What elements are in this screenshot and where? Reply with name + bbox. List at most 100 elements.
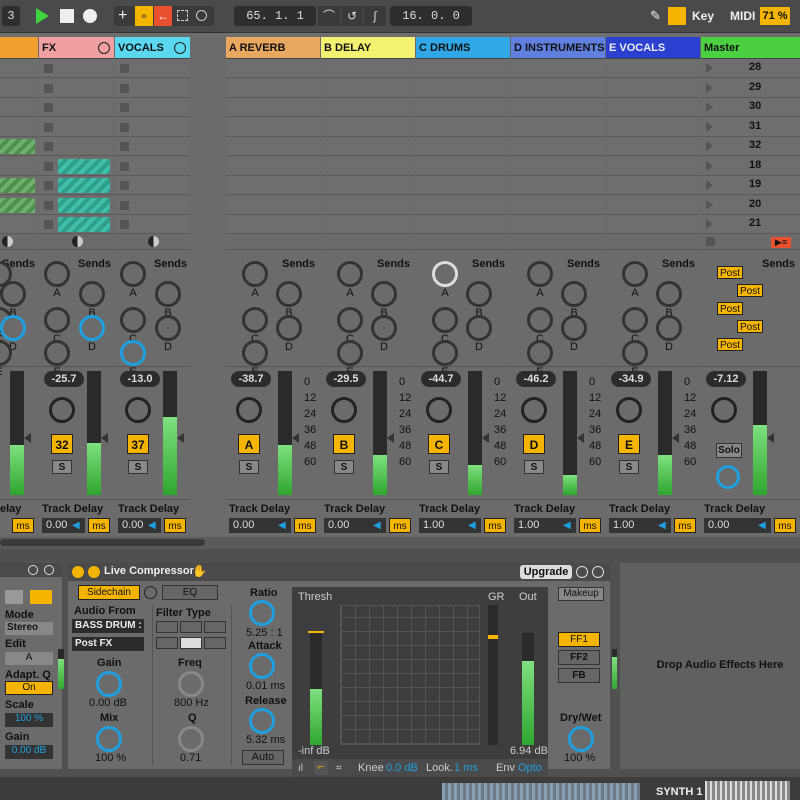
freq-knob[interactable] bbox=[178, 671, 204, 697]
delay-unit-toggle[interactable]: ms bbox=[389, 518, 411, 533]
stop-slot-icon[interactable] bbox=[120, 142, 129, 151]
volume-value[interactable]: -29.5 bbox=[326, 371, 366, 387]
clip-slot[interactable] bbox=[416, 137, 510, 156]
send-knob-b[interactable] bbox=[656, 281, 682, 307]
stop-slot-icon[interactable] bbox=[44, 161, 53, 171]
audio-clip[interactable] bbox=[58, 197, 110, 213]
stop-slot-icon[interactable] bbox=[44, 122, 53, 132]
audio-clip[interactable] bbox=[58, 178, 110, 193]
device-power-icon[interactable] bbox=[44, 565, 54, 575]
sidechain-listen-icon[interactable] bbox=[144, 586, 157, 599]
send-post-toggle[interactable]: Post bbox=[737, 320, 764, 333]
session-record-icon[interactable] bbox=[196, 10, 207, 21]
activity-view-icon[interactable]: ıl bbox=[298, 763, 303, 774]
track-activator-button[interactable]: 32 bbox=[51, 434, 73, 454]
send-knob-d[interactable] bbox=[276, 315, 302, 341]
send-knob-d[interactable] bbox=[155, 315, 181, 341]
fader-handle-icon[interactable] bbox=[101, 433, 108, 443]
arrangement-clip-overview[interactable] bbox=[442, 783, 640, 800]
send-knob-d[interactable] bbox=[0, 315, 26, 341]
clip-slot[interactable] bbox=[321, 137, 415, 156]
stop-slot-icon[interactable] bbox=[44, 220, 53, 229]
clip-slot[interactable] bbox=[321, 195, 415, 215]
clip-slot[interactable] bbox=[416, 176, 510, 195]
ff1-mode-button[interactable]: FF1 bbox=[558, 632, 600, 647]
device-menu-icon[interactable] bbox=[592, 566, 604, 578]
filter-lowpass-icon[interactable] bbox=[156, 621, 178, 633]
filter-peak-icon[interactable] bbox=[180, 637, 202, 649]
solo-button[interactable]: S bbox=[619, 460, 639, 474]
scene-launch-icon[interactable] bbox=[706, 219, 713, 229]
capture-icon[interactable] bbox=[177, 10, 188, 21]
track-activator-button[interactable]: 37 bbox=[127, 434, 149, 454]
hot-swap-icon[interactable] bbox=[88, 566, 100, 578]
fader-handle-icon[interactable] bbox=[387, 433, 394, 443]
clip-slot[interactable] bbox=[416, 117, 510, 137]
send-knob-a[interactable] bbox=[120, 261, 146, 287]
send-knob-c[interactable] bbox=[242, 307, 268, 333]
cue-volume-knob[interactable] bbox=[716, 465, 740, 489]
volume-value[interactable]: -38.7 bbox=[231, 371, 271, 387]
clip-slot[interactable] bbox=[0, 156, 38, 176]
send-knob-a[interactable] bbox=[622, 261, 648, 287]
scene-launch-icon[interactable] bbox=[706, 121, 713, 132]
dry-wet-knob[interactable] bbox=[568, 726, 594, 752]
delay-unit-toggle[interactable]: ms bbox=[484, 518, 506, 533]
pan-knob[interactable] bbox=[125, 397, 151, 423]
scene-launch-icon[interactable] bbox=[706, 180, 713, 190]
scene-launch-icon[interactable] bbox=[706, 141, 713, 151]
scene-launch-icon[interactable] bbox=[706, 199, 713, 210]
clip-slot[interactable] bbox=[416, 215, 510, 234]
stop-slot-icon[interactable] bbox=[120, 181, 129, 190]
send-post-toggle[interactable]: Post bbox=[717, 302, 744, 315]
clip-slot[interactable] bbox=[416, 59, 510, 78]
ff2-mode-button[interactable]: FF2 bbox=[558, 650, 600, 665]
send-post-toggle[interactable]: Post bbox=[717, 338, 744, 351]
stop-slot-icon[interactable] bbox=[44, 83, 53, 93]
mode-select[interactable]: Stereo bbox=[5, 622, 53, 635]
eq-toggle[interactable]: EQ bbox=[162, 585, 218, 600]
clip-slot[interactable] bbox=[321, 59, 415, 78]
tempo-nudge[interactable]: 3 bbox=[2, 6, 20, 26]
clip-slot[interactable] bbox=[0, 215, 38, 234]
scene-launch-icon[interactable] bbox=[706, 63, 713, 73]
audio-clip[interactable] bbox=[58, 158, 110, 174]
clip-slot[interactable] bbox=[321, 176, 415, 195]
stop-slot-icon[interactable] bbox=[120, 122, 129, 132]
stop-all-clips-icon[interactable]: ▶≡ bbox=[771, 237, 791, 248]
send-knob-d[interactable] bbox=[466, 315, 492, 341]
clip-slot[interactable] bbox=[511, 117, 605, 137]
clip-slot[interactable] bbox=[416, 78, 510, 98]
device-settings-icon[interactable] bbox=[28, 565, 38, 575]
audio-clip[interactable] bbox=[0, 178, 35, 193]
gain-value[interactable]: 0.00 dB bbox=[5, 745, 53, 759]
filter-highshelf-icon[interactable] bbox=[204, 637, 226, 649]
send-knob-c[interactable] bbox=[527, 307, 553, 333]
volume-value[interactable]: -34.9 bbox=[611, 371, 651, 387]
stop-slot-icon[interactable] bbox=[120, 220, 129, 229]
threshold-marker[interactable] bbox=[308, 631, 324, 633]
stop-slot-icon[interactable] bbox=[120, 200, 129, 210]
lookahead-select[interactable]: 1 ms bbox=[454, 762, 478, 774]
scene-launch-icon[interactable] bbox=[706, 102, 713, 112]
clip-slot[interactable] bbox=[0, 117, 38, 137]
song-position[interactable]: 65. 1. 1 bbox=[234, 6, 316, 26]
stop-icon[interactable] bbox=[60, 9, 74, 23]
transfer-view-icon[interactable]: ⌗ bbox=[336, 763, 342, 774]
track-header[interactable]: A REVERB bbox=[226, 37, 320, 59]
send-knob-a[interactable] bbox=[527, 261, 553, 287]
send-knob-a[interactable] bbox=[242, 261, 268, 287]
loop-icon[interactable]: ↺ bbox=[341, 6, 363, 26]
track-fold-icon[interactable] bbox=[174, 42, 186, 54]
send-post-toggle[interactable]: Post bbox=[717, 266, 744, 279]
keyboard-icon[interactable] bbox=[668, 7, 686, 25]
send-knob-e[interactable] bbox=[44, 340, 70, 366]
audio-clip[interactable] bbox=[58, 217, 110, 232]
send-knob-b[interactable] bbox=[561, 281, 587, 307]
send-knob-c[interactable] bbox=[432, 307, 458, 333]
track-header[interactable] bbox=[0, 37, 38, 59]
scale-value[interactable]: 100 % bbox=[5, 713, 53, 727]
send-knob-e[interactable] bbox=[527, 340, 553, 366]
release-knob[interactable] bbox=[249, 708, 275, 734]
solo-button[interactable]: Solo bbox=[716, 443, 742, 458]
